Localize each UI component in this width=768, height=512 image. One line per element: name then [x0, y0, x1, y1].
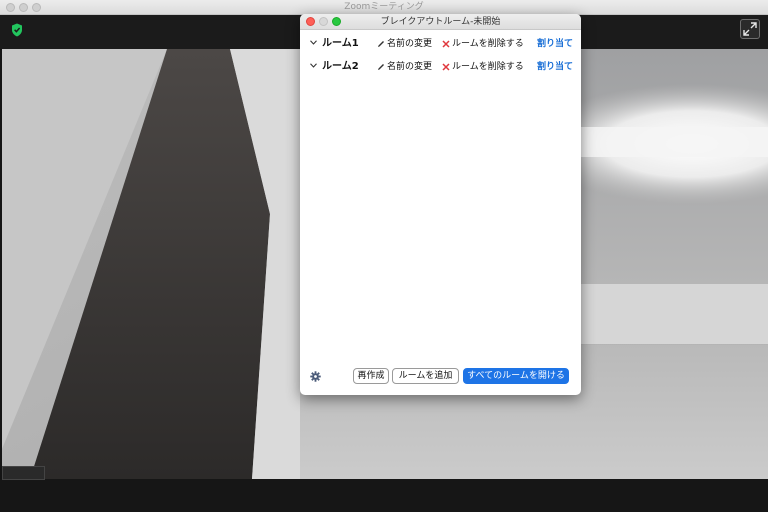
gear-icon[interactable]	[310, 371, 321, 382]
assign-room-link[interactable]: 割り当て	[537, 37, 573, 51]
x-icon	[442, 40, 450, 48]
dialog-titlebar: ブレイクアウトルーム-未開始	[300, 14, 581, 30]
room-name: ルーム2	[322, 61, 359, 72]
shield-icon[interactable]	[11, 23, 23, 37]
main-window-titlebar: Zoomミーティング	[0, 0, 768, 15]
meeting-bottom-bar	[0, 479, 768, 512]
delete-room-label: ルームを削除する	[452, 62, 524, 72]
room-name: ルーム1	[322, 38, 359, 49]
assign-room-link[interactable]: 割り当て	[537, 60, 573, 74]
expand-icon	[743, 22, 757, 36]
rename-room-label: 名前の変更	[387, 39, 433, 49]
room-row: ルーム2 名前の変更 ルームを削除する 割り当て	[300, 56, 581, 78]
open-all-rooms-button[interactable]: すべてのルームを開ける	[463, 368, 569, 384]
dialog-title: ブレイクアウトルーム-未開始	[380, 17, 501, 27]
chevron-down-icon[interactable]	[310, 63, 317, 68]
fullscreen-button[interactable]	[740, 19, 760, 39]
rename-room-label: 名前の変更	[387, 62, 433, 72]
recreate-button[interactable]: 再作成	[353, 368, 389, 384]
breakout-rooms-dialog: ブレイクアウトルーム-未開始 ルーム1 名前の変更 ルームを削除する 割り当て	[300, 14, 581, 395]
self-view-thumbnail[interactable]	[2, 466, 45, 480]
chevron-down-icon[interactable]	[310, 40, 317, 45]
pencil-icon	[378, 41, 384, 47]
x-icon	[442, 63, 450, 71]
pencil-icon	[378, 64, 384, 70]
main-window-title: Zoomミーティング	[344, 2, 424, 12]
room-row: ルーム1 名前の変更 ルームを削除する 割り当て	[300, 33, 581, 55]
screen: Zoomミーティング ブレイクアウトルーム-未開始 ルーム1 名前の変更 ルーム…	[0, 0, 768, 512]
add-room-button[interactable]: ルームを追加	[392, 368, 459, 384]
delete-room-label: ルームを削除する	[452, 39, 524, 49]
